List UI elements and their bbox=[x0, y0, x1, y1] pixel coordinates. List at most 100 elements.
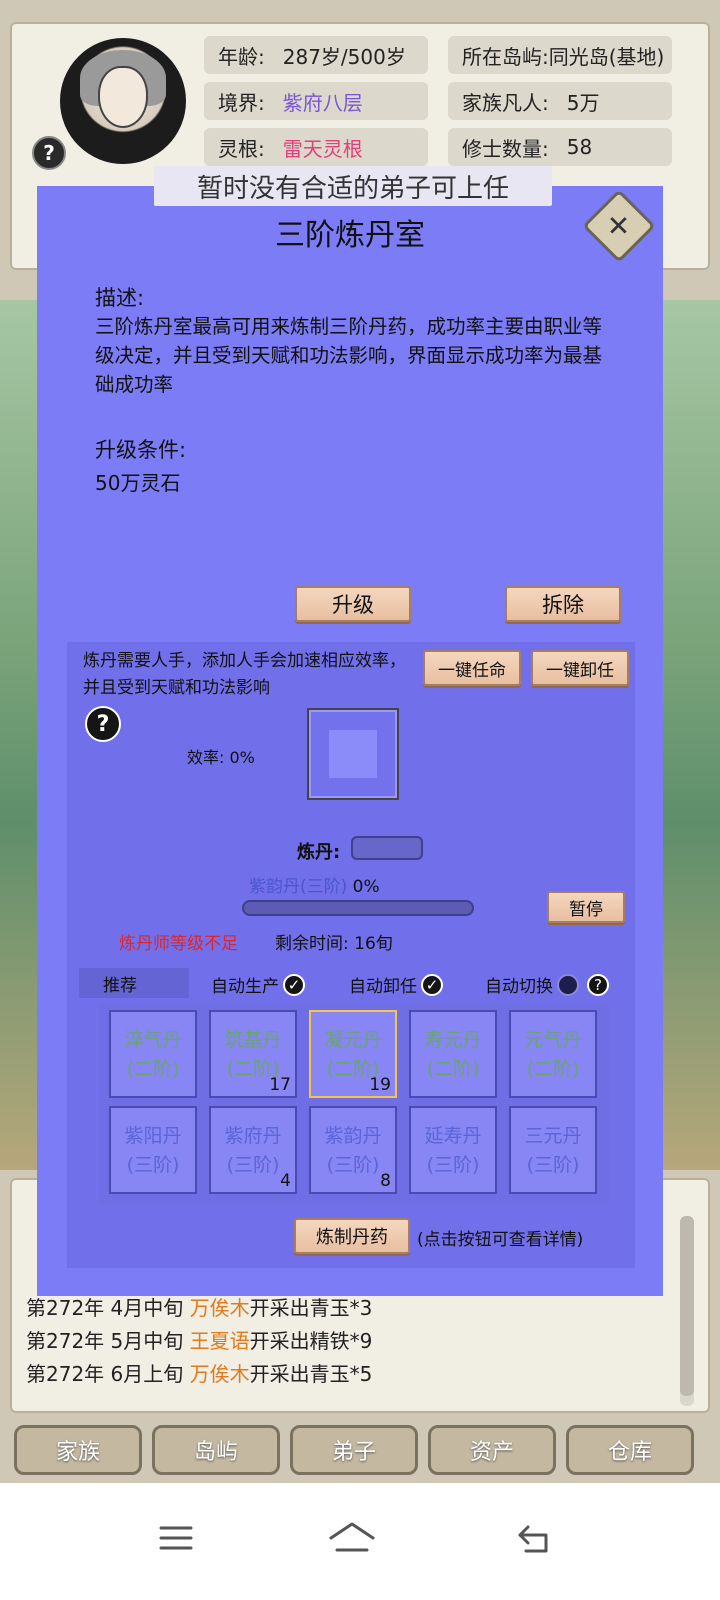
refine-hint: (点击按钮可查看详情) bbox=[417, 1230, 584, 1250]
help-icon[interactable]: ? bbox=[32, 136, 66, 170]
nav-assets-button[interactable]: 资产 bbox=[428, 1425, 556, 1475]
nav-island-button[interactable]: 岛屿 bbox=[152, 1425, 280, 1475]
log-name[interactable]: 万俟木 bbox=[190, 1296, 250, 1320]
auto-appoint-button[interactable]: 一键任命 bbox=[423, 650, 521, 686]
log-year: 第272年 bbox=[26, 1329, 105, 1353]
pill-item[interactable]: 紫韵丹 (三阶) 8 bbox=[309, 1106, 397, 1194]
log-action: 开采出精铁*9 bbox=[249, 1329, 373, 1353]
system-nav-bar bbox=[0, 1483, 720, 1600]
pause-button[interactable]: 暂停 bbox=[547, 891, 625, 923]
pill-name: 淬气丹 bbox=[124, 1029, 182, 1051]
pill-tier: (二阶) bbox=[126, 1058, 180, 1080]
pill-name: 元气丹 bbox=[524, 1029, 582, 1051]
log-scroll-thumb[interactable] bbox=[680, 1216, 694, 1396]
pill-count: 19 bbox=[369, 1075, 391, 1095]
pill-tier: (三阶) bbox=[526, 1154, 580, 1176]
stat-realm: 境界: 紫府八层 bbox=[204, 82, 428, 120]
pill-item[interactable]: 紫府丹 (三阶) 4 bbox=[209, 1106, 297, 1194]
pill-item[interactable]: 寿元丹 (二阶) bbox=[409, 1010, 497, 1098]
home-icon[interactable] bbox=[322, 1513, 382, 1563]
auto-switch-option[interactable]: 自动切换 ? bbox=[485, 972, 609, 997]
staffing-note: 炼丹需要人手，添加人手会加速相应效率，并且受到天赋和功法影响 bbox=[83, 651, 406, 698]
progress-label: 紫韵丹(三阶) 0% bbox=[249, 872, 380, 897]
character-avatar[interactable] bbox=[60, 38, 186, 164]
dialog-title: 三阶炼丹室 bbox=[275, 218, 425, 253]
log-action: 开采出青玉*3 bbox=[249, 1296, 373, 1320]
stat-root-label: 灵根: bbox=[218, 136, 265, 161]
worker-slot-empty bbox=[329, 730, 377, 778]
progress-bar bbox=[242, 900, 474, 916]
worker-slot[interactable] bbox=[307, 708, 399, 800]
pill-count: 4 bbox=[280, 1171, 291, 1191]
stat-cultivators: 修士数量: 58 bbox=[448, 128, 672, 166]
refine-pill-button[interactable]: 炼制丹药 bbox=[294, 1218, 410, 1254]
nav-disciples-button[interactable]: 弟子 bbox=[290, 1425, 418, 1475]
log-time: 6月上旬 bbox=[110, 1362, 184, 1386]
avatar-face bbox=[98, 66, 148, 128]
description-label: 描述: bbox=[95, 286, 145, 310]
alchemy-selector[interactable] bbox=[351, 836, 423, 860]
nav-family-button[interactable]: 家族 bbox=[14, 1425, 142, 1475]
auto-switch-help-icon[interactable]: ? bbox=[587, 973, 609, 996]
alchemy-label: 炼丹: bbox=[297, 842, 341, 863]
map-strip-right[interactable] bbox=[662, 300, 720, 1170]
tab-recommend[interactable]: 推荐 bbox=[79, 968, 189, 998]
pill-item[interactable]: 元气丹 (二阶) bbox=[509, 1010, 597, 1098]
auto-produce-check-icon[interactable]: ✓ bbox=[283, 973, 305, 996]
log-scrollbar[interactable] bbox=[680, 1216, 694, 1406]
staffing-panel: 炼丹需要人手，添加人手会加速相应效率，并且受到天赋和功法影响 一键任命 一键卸任… bbox=[67, 642, 635, 1268]
pill-item-selected[interactable]: 凝元丹 (二阶) 19 bbox=[309, 1010, 397, 1098]
stat-root: 灵根: 雷天灵根 bbox=[204, 128, 428, 166]
stat-mortals: 家族凡人: 5万 bbox=[448, 82, 672, 120]
nav-warehouse-button[interactable]: 仓库 bbox=[566, 1425, 694, 1475]
alchemy-room-dialog: 三阶炼丹室 ✕ 描述: 三阶炼丹室最高可用来炼制三阶丹药，成功率主要由职业等级决… bbox=[37, 186, 663, 1296]
close-icon: ✕ bbox=[607, 209, 631, 243]
auto-produce-option[interactable]: 自动生产 ✓ bbox=[211, 972, 305, 997]
pill-tier: (二阶) bbox=[426, 1058, 480, 1080]
pill-item[interactable]: 筑基丹 (二阶) 17 bbox=[209, 1010, 297, 1098]
pill-item[interactable]: 延寿丹 (三阶) bbox=[409, 1106, 497, 1194]
log-time: 4月中旬 bbox=[110, 1296, 184, 1320]
stat-mortals-label: 家族凡人: bbox=[462, 90, 549, 115]
stat-cultivators-label: 修士数量: bbox=[462, 136, 549, 161]
demolish-button[interactable]: 拆除 bbox=[505, 586, 621, 622]
menu-icon[interactable] bbox=[146, 1513, 206, 1563]
log-name[interactable]: 万俟木 bbox=[190, 1362, 250, 1386]
log-name[interactable]: 王夏语 bbox=[190, 1329, 250, 1353]
progress-percent: 0% bbox=[352, 877, 380, 897]
pill-tier: (二阶) bbox=[526, 1058, 580, 1080]
level-warning: 炼丹师等级不足 bbox=[119, 934, 238, 954]
pill-name: 三元丹 bbox=[524, 1125, 582, 1147]
pill-item[interactable]: 三元丹 (三阶) bbox=[509, 1106, 597, 1194]
stat-realm-label: 境界: bbox=[218, 90, 265, 115]
staffing-help-icon[interactable]: ? bbox=[85, 706, 121, 742]
stat-island-value: 同光岛(基地) bbox=[548, 44, 665, 69]
log-line: 第272年 4月中旬 万俟木开采出青玉*3 bbox=[26, 1292, 372, 1321]
upgrade-button[interactable]: 升级 bbox=[295, 586, 411, 622]
toast-message: 暂时没有合适的弟子可上任 bbox=[154, 166, 552, 206]
log-year: 第272年 bbox=[26, 1296, 105, 1320]
efficiency-text: 效率: 0% bbox=[187, 748, 255, 767]
auto-switch-toggle-icon[interactable] bbox=[557, 973, 579, 996]
pill-name: 凝元丹 bbox=[324, 1029, 382, 1051]
auto-produce-label: 自动生产 bbox=[211, 977, 279, 997]
stat-mortals-value: 5万 bbox=[566, 90, 600, 115]
pill-grid: 淬气丹 (二阶) 筑基丹 (二阶) 17 凝元丹 (二阶) 19 寿元丹 (二阶… bbox=[99, 1004, 609, 1204]
auto-dismiss-check-icon[interactable]: ✓ bbox=[421, 973, 443, 996]
stat-island-label: 所在岛屿: bbox=[462, 44, 549, 69]
pill-name: 筑基丹 bbox=[224, 1029, 282, 1051]
description-text: 三阶炼丹室最高可用来炼制三阶丹药，成功率主要由职业等级决定，并且受到天赋和功法影… bbox=[95, 315, 603, 396]
pill-name: 紫阳丹 bbox=[124, 1125, 182, 1147]
back-icon[interactable] bbox=[506, 1513, 566, 1563]
auto-dismiss-option[interactable]: 自动卸任 ✓ bbox=[349, 972, 443, 997]
pill-count: 8 bbox=[380, 1171, 391, 1191]
stat-cultivators-value: 58 bbox=[566, 135, 593, 159]
pill-name: 延寿丹 bbox=[424, 1125, 482, 1147]
pill-count: 17 bbox=[269, 1075, 291, 1095]
auto-dismiss-button[interactable]: 一键卸任 bbox=[531, 650, 629, 686]
upgrade-condition-label: 升级条件: bbox=[95, 438, 187, 462]
pill-item[interactable]: 紫阳丹 (三阶) bbox=[109, 1106, 197, 1194]
log-time: 5月中旬 bbox=[110, 1329, 184, 1353]
pill-item[interactable]: 淬气丹 (二阶) bbox=[109, 1010, 197, 1098]
pill-name: 寿元丹 bbox=[424, 1029, 482, 1051]
